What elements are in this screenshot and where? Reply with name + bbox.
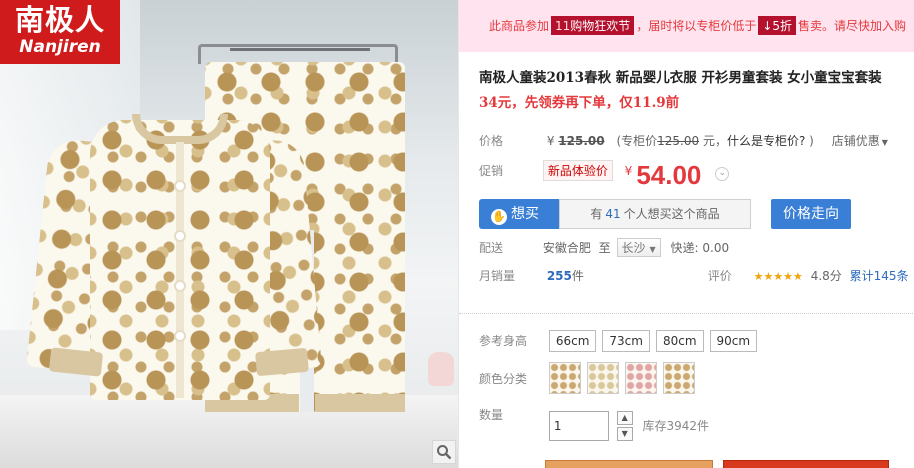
- quantity-increase-button[interactable]: ▲: [616, 410, 633, 425]
- want-count-suffix: 个人想买这个商品: [623, 207, 720, 221]
- stock-count: 库存3942件: [642, 419, 710, 433]
- counter-price-prefix: (专柜价: [616, 134, 658, 148]
- counter-price-suffix: 元，: [702, 134, 727, 148]
- zoom-button[interactable]: [432, 440, 456, 464]
- quantity-stepper: ▲ ▼: [616, 410, 633, 441]
- promotion-tag: 新品体验价: [542, 160, 613, 181]
- sales-row: 月销量 255件 评价 ★★★★★ 4.8分 累计145条: [479, 267, 909, 284]
- counter-price: 125.00: [657, 134, 700, 148]
- rating-label: 评价: [707, 269, 732, 283]
- chevron-down-icon: ▼: [881, 138, 888, 147]
- color-option-thumb[interactable]: [586, 362, 619, 394]
- delivery-destination: 长沙: [621, 241, 646, 255]
- hand-icon: ✋: [491, 209, 507, 225]
- shirt-collar: [132, 114, 228, 144]
- delivery-row: 配送 安徽合肥 至 长沙 ▼ 快递: 0.00: [479, 238, 729, 257]
- promotion-price: 54.00: [636, 160, 702, 190]
- want-count-prefix: 有: [590, 207, 603, 221]
- express-fee: 快递: 0.00: [670, 241, 730, 255]
- shirt-cuff-right: [255, 347, 309, 377]
- promo-banner: 此商品参加 11购物狂欢节 ，届时将以专柜价低于 ↓5折 售卖。请尽快加入购: [459, 0, 914, 52]
- pants-cuff-right: [315, 394, 405, 412]
- promotion-currency: ¥: [624, 164, 633, 178]
- quantity-decrease-button[interactable]: ▼: [616, 426, 633, 441]
- price-trend-button[interactable]: 价格走向: [771, 199, 851, 229]
- original-price: 125.00: [558, 134, 605, 148]
- chevron-down-icon: ▼: [649, 245, 656, 254]
- color-option-row: 颜色分类: [479, 362, 701, 394]
- counter-price-close: ): [809, 134, 814, 148]
- color-label: 颜色分类: [479, 371, 528, 386]
- quantity-label: 数量: [479, 408, 504, 422]
- want-to-buy-label: 想买: [511, 206, 539, 222]
- delivery-destination-select[interactable]: 长沙 ▼: [616, 238, 661, 257]
- shirt-button: [174, 330, 186, 342]
- monthly-sales-count: 255: [546, 269, 572, 283]
- size-option-row: 参考身高 66cm 73cm 80cm 90cm: [479, 330, 763, 352]
- promotion-label: 促销: [479, 164, 504, 178]
- color-option-thumb[interactable]: [548, 362, 581, 394]
- promo-event-name: 购物狂欢节: [570, 19, 631, 33]
- review-count-prefix: 累计: [849, 269, 874, 283]
- review-count-suffix: 条: [896, 269, 909, 283]
- promo-event-tag[interactable]: 11购物狂欢节: [551, 16, 635, 35]
- want-count-box: 有 41 个人想买这个商品: [559, 199, 751, 229]
- promo-discount-badge: ↓5折: [758, 16, 797, 35]
- shirt-button: [174, 180, 186, 192]
- monthly-sales-label: 月销量: [479, 269, 516, 283]
- toy-figure: [428, 352, 454, 386]
- delivery-to-word: 至: [598, 241, 611, 255]
- want-count: 41: [605, 207, 621, 221]
- height-label: 参考身高: [479, 334, 528, 348]
- clothes-hanger-bar: [230, 48, 370, 62]
- brand-logo-cn: 南极人: [14, 3, 105, 37]
- shirt-cuff-left: [48, 347, 104, 377]
- price-label: 价格: [479, 134, 504, 148]
- want-to-buy-button[interactable]: ✋ 想买: [479, 199, 559, 229]
- size-option[interactable]: 80cm: [655, 330, 704, 352]
- product-title: 南极人童装2013春秋 新品婴儿衣服 开衫男童套装 女小童宝宝套装: [479, 70, 882, 86]
- promo-middle: ，届时将以专柜价低于: [636, 19, 757, 33]
- review-count-link[interactable]: 累计145条: [850, 269, 909, 283]
- price-row: 价格 ¥ 125.00 (专柜价125.00 元，什么是专柜价? ) 店铺优惠 ▼: [479, 132, 888, 149]
- size-option[interactable]: 90cm: [709, 330, 758, 352]
- monthly-sales-unit: 件: [571, 269, 584, 283]
- shirt-button: [174, 280, 186, 292]
- quantity-row: 数量 1 ▲ ▼ 库存3942件: [479, 406, 709, 441]
- price-currency: ¥: [546, 134, 555, 148]
- store-discount-dropdown[interactable]: 店铺优惠 ▼: [832, 134, 888, 148]
- add-to-cart-button[interactable]: [723, 460, 889, 468]
- color-option-thumb[interactable]: [624, 362, 657, 394]
- shirt-button: [174, 230, 186, 242]
- review-count: 145: [873, 269, 897, 283]
- promo-prefix: 此商品参加: [489, 19, 550, 33]
- color-option-thumb[interactable]: [662, 362, 695, 394]
- magnifier-icon: [437, 445, 452, 460]
- rating-stars: ★★★★★: [753, 270, 803, 283]
- promo-event-mark-left: 1: [555, 19, 563, 33]
- delivery-from: 安徽合肥: [542, 241, 591, 255]
- size-option[interactable]: 66cm: [548, 330, 597, 352]
- brand-logo: 南极人 Nanjiren: [0, 0, 120, 64]
- buy-now-button[interactable]: [545, 460, 713, 468]
- brand-logo-en: Nanjiren: [19, 37, 101, 57]
- section-divider: [459, 313, 914, 314]
- product-subtitle: 34元，先领券再下单，仅11.9前: [479, 95, 680, 111]
- promotion-row: 促销 新品体验价 ¥54.00 ⌄: [479, 160, 730, 191]
- promo-suffix: 售卖。请尽快加入购: [798, 19, 907, 33]
- product-main-image[interactable]: 南极人 Nanjiren: [0, 0, 458, 468]
- store-discount-label: 店铺优惠: [831, 134, 880, 148]
- product-info-panel: 此商品参加 1 1 购物狂欢节 ，届时将以专柜价低于 ↓5折 售卖。请尽快加入购 南极人童装…: [458, 0, 914, 468]
- delivery-label: 配送: [479, 241, 504, 255]
- quantity-input[interactable]: 1: [548, 410, 609, 441]
- promotion-expand-icon[interactable]: ⌄: [715, 167, 730, 181]
- counter-price-help-link[interactable]: 什么是专柜价?: [727, 134, 805, 148]
- rating-score: 4.8分: [810, 269, 842, 283]
- size-option[interactable]: 73cm: [602, 330, 650, 352]
